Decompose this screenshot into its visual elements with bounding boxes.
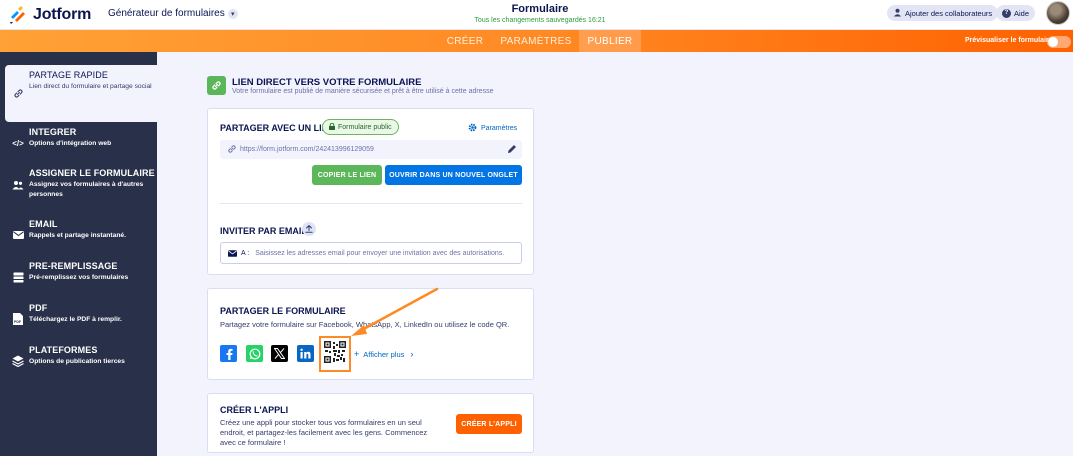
x-twitter-icon[interactable] [271,345,288,362]
top-bar: Jotform Générateur de formulaires ▾ Form… [0,0,1073,30]
create-app-card: CRÉER L'APPLI Créez une appli pour stock… [207,393,534,453]
sidebar-item-desc: Options de publication tierces [29,358,125,365]
chevron-right-icon: › [410,349,414,359]
sidebar-item-desc: Assignez vos formulaires à d'autres pers… [29,181,144,198]
whatsapp-icon[interactable] [246,345,263,362]
generator-label: Générateur de formulaires [108,8,225,19]
share-link-title: PARTAGER AVEC UN LIEN [220,123,335,133]
show-more-link[interactable]: + Afficher plus › [354,349,413,359]
svg-text:PDF: PDF [14,320,22,324]
email-invite-input[interactable]: A : Saisissez les adresses email pour en… [220,242,522,264]
form-url: https://form.jotform.com/242413996129059 [240,146,374,153]
sidebar-item-desc: Lien direct du formulaire et partage soc… [29,83,152,90]
sidebar-item-desc: Pré-remplissez vos formulaires [29,274,129,281]
link-icon [12,88,24,100]
prefill-icon [12,271,24,283]
generator-dropdown[interactable]: Générateur de formulaires ▾ [108,8,238,19]
tab-settings[interactable]: PARAMÈTRES [497,30,575,52]
gear-icon [468,123,477,134]
jotform-logo[interactable]: Jotform [8,5,91,25]
divider [220,203,522,204]
sidebar-item-desc: Rappels et partage instantané. [29,232,126,239]
page-title: LIEN DIRECT VERS VOTRE FORMULAIRE [232,77,422,88]
share-form-desc: Partagez votre formulaire sur Facebook, … [220,320,510,329]
copy-link-button[interactable]: COPIER LE LIEN [312,165,382,185]
sidebar-item-title: PRE-REMPLISSAGE [29,261,118,271]
sidebar: PARTAGE RAPIDE Lien direct du formulaire… [0,52,157,456]
sidebar-item-email[interactable]: EMAIL Rappels et partage instantané. [5,214,157,256]
add-collaborators-label: Ajouter des collaborateurs [905,8,993,18]
saved-status: Tous les changements sauvegardés 16:21 [474,17,606,24]
sidebar-item-title: INTEGRER [29,127,77,137]
sidebar-item-prefill[interactable]: PRE-REMPLISSAGE Pré-remplissez vos formu… [5,256,157,298]
code-icon: </> [12,138,24,148]
preview-label: Prévisualiser le formulaire [965,37,1053,44]
share-form-card: PARTAGER LE FORMULAIRE Partagez votre fo… [207,288,534,380]
public-form-badge[interactable]: Formulaire public [322,119,399,135]
pdf-icon: PDF [12,313,24,325]
sidebar-item-quick-share[interactable]: PARTAGE RAPIDE Lien direct du formulaire… [5,65,157,122]
sidebar-item-assign[interactable]: ASSIGNER LE FORMULAIRE Assignez vos form… [5,163,157,207]
help-label: Aide [1014,8,1030,18]
sidebar-item-title: PARTAGE RAPIDE [29,70,108,80]
link-icon [227,144,237,156]
upload-icon[interactable] [302,222,316,236]
nav-bar: CRÉER PARAMÈTRES PUBLIER Prévisualiser l… [0,30,1073,52]
page-subtitle: Votre formulaire est publié de manière s… [232,88,494,95]
qr-code-icon [324,340,346,368]
sidebar-item-desc: Options d'intégration web [29,140,112,147]
layers-icon [12,355,24,367]
sidebar-item-title: EMAIL [29,219,58,229]
user-icon [893,8,902,19]
facebook-icon[interactable] [220,345,237,362]
help-icon: ? [1002,8,1011,18]
settings-link[interactable]: Paramètres [468,123,517,134]
tab-create[interactable]: CRÉER [438,30,492,52]
sidebar-item-title: ASSIGNER LE FORMULAIRE [29,168,155,178]
create-app-title: CRÉER L'APPLI [220,405,289,415]
link-icon [207,76,226,95]
qr-code-button[interactable] [319,336,351,372]
envelope-icon [12,229,24,241]
create-app-desc: Créez une appli pour stocker tous vos fo… [220,418,428,447]
sidebar-item-embed[interactable]: </> INTEGRER Options d'intégration web [5,122,157,164]
help-button[interactable]: ? Aide [996,5,1036,21]
logo-text: Jotform [33,6,92,23]
share-link-card: PARTAGER AVEC UN LIEN Formulaire public … [207,108,534,275]
email-prefix: A : [241,249,250,257]
add-collaborators-button[interactable]: Ajouter des collaborateurs [887,5,999,21]
open-new-tab-button[interactable]: OUVRIR DANS UN NOUVEL ONGLET [385,165,522,185]
sidebar-item-desc: Téléchargez le PDF à remplir. [29,316,122,323]
envelope-icon [228,250,237,259]
users-icon [12,179,24,191]
share-form-title: PARTAGER LE FORMULAIRE [220,306,346,316]
chevron-down-icon: ▾ [227,8,238,19]
sidebar-item-title: PDF [29,303,48,313]
sidebar-item-title: PLATEFORMES [29,345,98,355]
avatar[interactable] [1046,1,1070,25]
preview-toggle[interactable] [1047,36,1071,48]
email-placeholder: Saisissez les adresses email pour envoye… [255,249,505,257]
form-title[interactable]: Formulaire [440,3,640,15]
invite-email-title: INVITER PAR EMAIL [220,226,307,236]
plus-icon: + [354,349,360,359]
tab-publish[interactable]: PUBLIER [579,30,641,52]
public-form-label: Formulaire public [338,123,392,131]
create-app-button[interactable]: CRÉER L'APPLI [456,414,522,434]
form-title-block: Formulaire Tous les changements sauvegar… [440,3,640,24]
pencil-icon[interactable] [507,144,517,156]
show-more-label: Afficher plus [363,349,405,359]
settings-label: Paramètres [481,125,518,132]
sidebar-item-platforms[interactable]: PLATEFORMES Options de publication tierc… [5,340,157,382]
jotform-logo-icon [8,5,28,25]
form-url-field[interactable]: https://form.jotform.com/242413996129059 [220,140,522,159]
lock-icon [329,122,335,132]
linkedin-icon[interactable] [297,345,314,362]
sidebar-item-pdf[interactable]: PDF PDF Téléchargez le PDF à remplir. [5,298,157,340]
annotation-arrow [351,287,439,336]
